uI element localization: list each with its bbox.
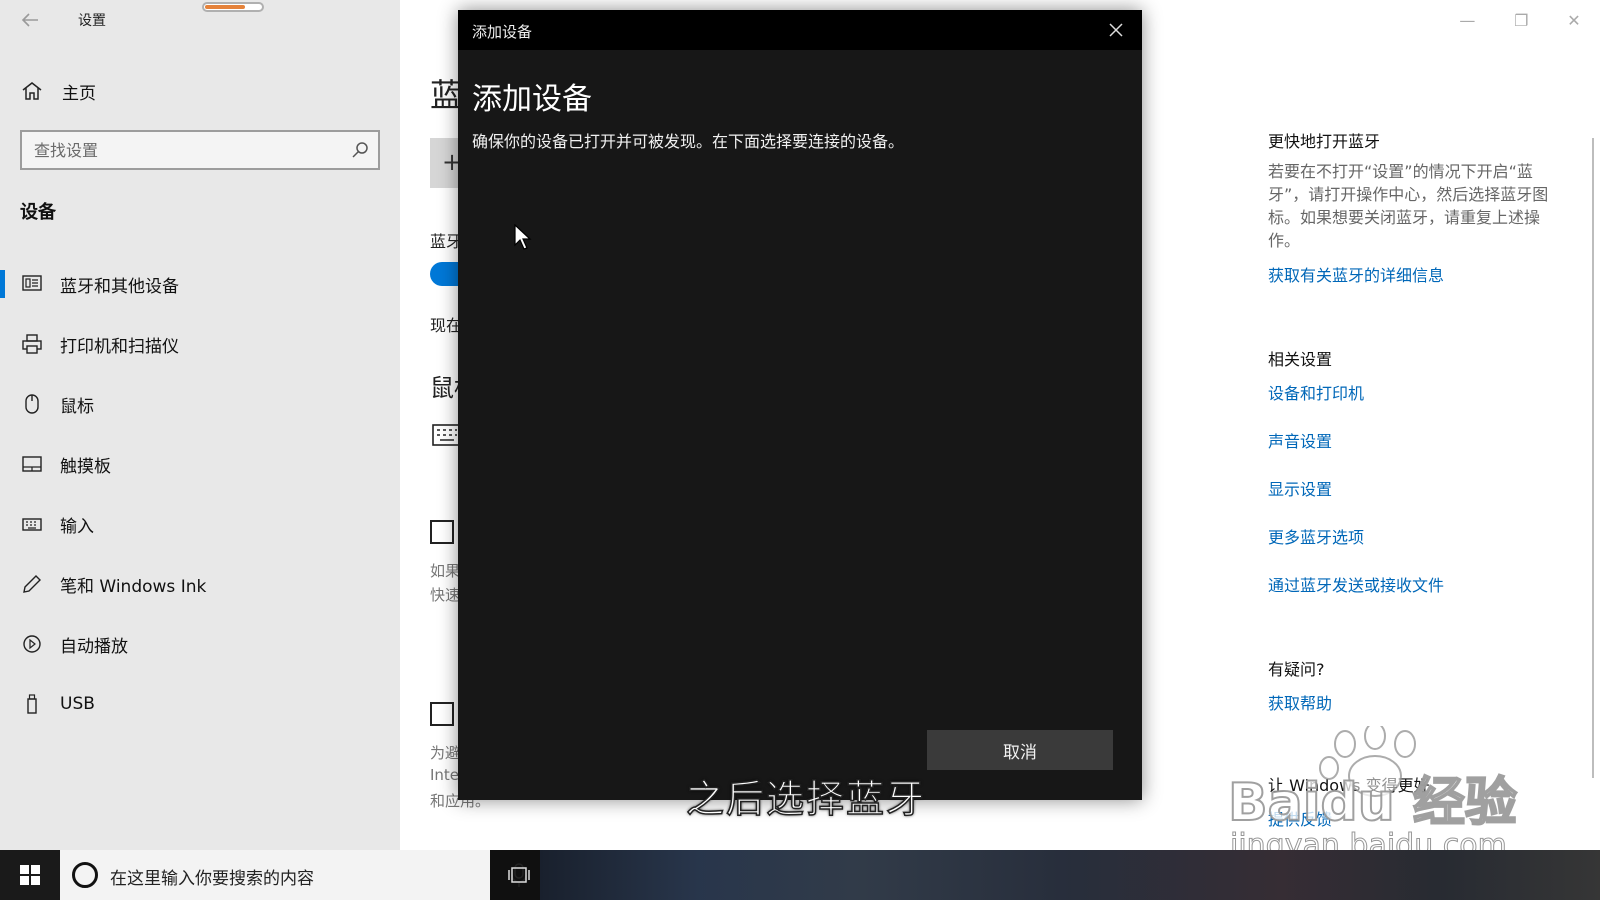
sidebar-item-label: 笔和 Windows Ink xyxy=(60,576,207,597)
task-view-icon[interactable] xyxy=(508,864,530,886)
cancel-button[interactable]: 取消 xyxy=(927,730,1113,770)
sidebar-item-label: 输入 xyxy=(60,516,94,537)
send-receive-files-link[interactable]: 通过蓝牙发送或接收文件 xyxy=(1268,572,1444,596)
taskbar-search-placeholder: 在这里输入你要搜索的内容 xyxy=(110,869,314,889)
sidebar-item-typing[interactable]: 输入 xyxy=(0,500,400,548)
taskbar-apps[interactable] xyxy=(540,850,1600,900)
sound-settings-link[interactable]: 声音设置 xyxy=(1268,428,1332,452)
windows-logo-icon xyxy=(20,865,40,885)
taskbar: 在这里输入你要搜索的内容 xyxy=(0,850,1600,900)
video-subtitle: 之后选择蓝牙 xyxy=(685,776,927,822)
settings-nav-pane: 设置 主页 设备 蓝牙和其他设备 打印机和扫描仪 鼠标 触摸板 输入 笔和 Wi… xyxy=(0,0,400,850)
autoplay-icon xyxy=(20,632,44,656)
sidebar-item-printers[interactable]: 打印机和扫描仪 xyxy=(0,320,400,368)
search-box[interactable] xyxy=(20,130,380,170)
watermark-brand: Baidu 经验 xyxy=(1227,772,1518,834)
printer-icon xyxy=(20,332,44,356)
quick-bluetooth-title: 更快地打开蓝牙 xyxy=(1268,132,1381,151)
app-title: 设置 xyxy=(78,13,106,29)
back-arrow-icon xyxy=(21,13,38,27)
sidebar-item-label: USB xyxy=(60,694,95,714)
metered-checkbox[interactable] xyxy=(430,702,454,726)
dialog-titlebar-text: 添加设备 xyxy=(472,23,533,41)
top-pill-indicator xyxy=(202,2,264,12)
touchpad-icon xyxy=(20,452,44,476)
dialog-description: 确保你的设备已打开并可被发现。在下面选择要连接的设备。 xyxy=(472,132,905,151)
section-title-devices: 设备 xyxy=(20,202,56,223)
keyboard-icon xyxy=(20,512,44,536)
sidebar-item-label: 蓝牙和其他设备 xyxy=(60,276,179,297)
sidebar-item-bluetooth[interactable]: 蓝牙和其他设备 xyxy=(0,260,400,308)
taskbar-search-box[interactable]: 在这里输入你要搜索的内容 xyxy=(60,850,527,900)
sidebar-item-usb[interactable]: USB xyxy=(0,680,400,728)
dialog-titlebar: 添加设备 xyxy=(458,10,1142,50)
devices-printers-link[interactable]: 设备和打印机 xyxy=(1268,380,1364,404)
sidebar-item-pen[interactable]: 笔和 Windows Ink xyxy=(0,560,400,608)
start-button[interactable] xyxy=(0,850,60,900)
sidebar-item-mouse[interactable]: 鼠标 xyxy=(0,380,400,428)
sidebar-item-label: 打印机和扫描仪 xyxy=(60,336,179,357)
related-settings-title: 相关设置 xyxy=(1268,350,1333,369)
mouse-icon xyxy=(20,392,44,416)
quick-bluetooth-text: 若要在不打开“设置”的情况下开启“蓝牙”，请打开操作中心，然后选择蓝牙图标。如果… xyxy=(1268,162,1549,250)
right-help-column: 更快地打开蓝牙 若要在不打开“设置”的情况下开启“蓝牙”，请打开操作中心，然后选… xyxy=(1268,0,1588,850)
search-input[interactable] xyxy=(34,132,334,168)
sidebar-item-autoplay[interactable]: 自动播放 xyxy=(0,620,400,668)
dialog-heading: 添加设备 xyxy=(472,82,592,117)
swift-pair-checkbox[interactable] xyxy=(430,520,454,544)
nav-home-label: 主页 xyxy=(62,83,96,104)
display-settings-link[interactable]: 显示设置 xyxy=(1268,476,1332,500)
bluetooth-devices-icon xyxy=(20,272,44,296)
home-icon xyxy=(22,82,42,100)
add-device-dialog: 添加设备 添加设备 确保你的设备已打开并可被发现。在下面选择要连接的设备。 取消 xyxy=(458,10,1142,800)
cortana-icon[interactable] xyxy=(72,862,98,888)
sidebar-item-label: 触摸板 xyxy=(60,456,111,477)
nav-home[interactable]: 主页 xyxy=(20,76,96,106)
scrollbar[interactable] xyxy=(1592,138,1594,778)
question-title: 有疑问? xyxy=(1268,660,1325,679)
metered-text-1: 为避 xyxy=(430,744,461,762)
mouse-cursor-icon xyxy=(514,224,532,250)
metered-text-2: Inte xyxy=(430,766,460,784)
sidebar-item-label: 鼠标 xyxy=(60,396,94,417)
sidebar-item-touchpad[interactable]: 触摸板 xyxy=(0,440,400,488)
bluetooth-info-link[interactable]: 获取有关蓝牙的详细信息 xyxy=(1268,262,1444,286)
back-button[interactable] xyxy=(18,8,42,32)
get-help-link[interactable]: 获取帮助 xyxy=(1268,690,1332,714)
swift-pair-text-2: 快速 xyxy=(430,586,461,604)
more-bluetooth-options-link[interactable]: 更多蓝牙选项 xyxy=(1268,524,1364,548)
usb-icon xyxy=(20,692,44,716)
sidebar-item-label: 自动播放 xyxy=(60,636,128,657)
search-icon[interactable] xyxy=(350,140,370,160)
nav-header: 设置 xyxy=(0,0,400,40)
close-icon[interactable] xyxy=(1106,20,1126,40)
pen-icon xyxy=(20,572,44,596)
swift-pair-text-1: 如果 xyxy=(430,562,461,580)
